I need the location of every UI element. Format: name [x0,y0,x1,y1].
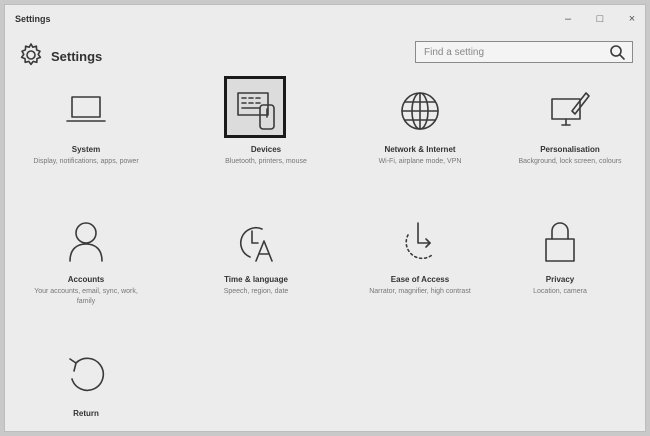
laptop-icon [66,96,106,122]
tile-description: Bluetooth, printers, mouse [225,158,307,165]
tile-ease-of-access[interactable]: Ease of Access Narrator, magnifier, high… [345,211,495,321]
search-icon[interactable] [609,44,626,61]
tile-devices[interactable]: Devices Bluetooth, printers, mouse [191,81,341,191]
close-button[interactable]: × [617,9,645,29]
tile-label: Privacy [545,275,575,284]
search-input[interactable] [416,42,596,62]
tile-label: Personalisation [540,145,600,154]
tile-label: System [71,145,101,154]
tile-time-language[interactable]: Time & language Speech, region, date [181,211,331,321]
gear-icon [20,43,42,66]
maximize-button[interactable]: □ [585,9,615,29]
window-title: Settings [15,14,51,24]
title-bar[interactable]: Settings – □ × [5,5,645,35]
minimize-button[interactable]: – [553,9,583,29]
page-title: Settings [51,49,103,64]
tile-description: Your accounts, email, sync, work, family [34,288,138,305]
devices-icon [237,92,275,130]
tile-description: Speech, region, date [223,288,289,295]
ease-of-access-icon [405,222,433,260]
settings-header: Settings [5,35,645,75]
tile-return[interactable]: Return [11,345,161,431]
tile-system[interactable]: System Display, notifications, apps, pow… [11,81,161,191]
tile-personalisation[interactable]: Personalisation Background, lock screen,… [495,81,645,191]
tile-description: Narrator, magnifier, high contrast [369,288,471,295]
tile-privacy[interactable]: Privacy Location, camera [485,211,635,321]
search-box[interactable] [415,41,633,63]
tile-label: Ease of Access [390,275,450,284]
person-icon [69,222,103,262]
tile-description: Location, camera [533,288,587,295]
personalisation-icon [551,92,590,126]
globe-icon [401,92,439,130]
tile-accounts[interactable]: Accounts Your accounts, email, sync, wor… [11,211,161,321]
tile-description: Display, notifications, apps, power [33,158,139,165]
return-icon [69,357,105,392]
time-language-icon [240,226,273,262]
tile-description: Background, lock screen, colours [518,158,622,165]
tile-label: Return [73,409,99,418]
tile-network[interactable]: Network & Internet Wi-Fi, airplane mode,… [345,81,495,191]
tile-label: Time & language [224,275,288,284]
tile-label: Network & Internet [384,145,456,154]
tile-description: Wi-Fi, airplane mode, VPN [378,158,462,165]
tile-label: Accounts [67,275,105,284]
tile-label: Devices [250,145,282,154]
lock-icon [545,222,575,262]
settings-window: Settings – □ × Settings System Display, [4,4,646,432]
